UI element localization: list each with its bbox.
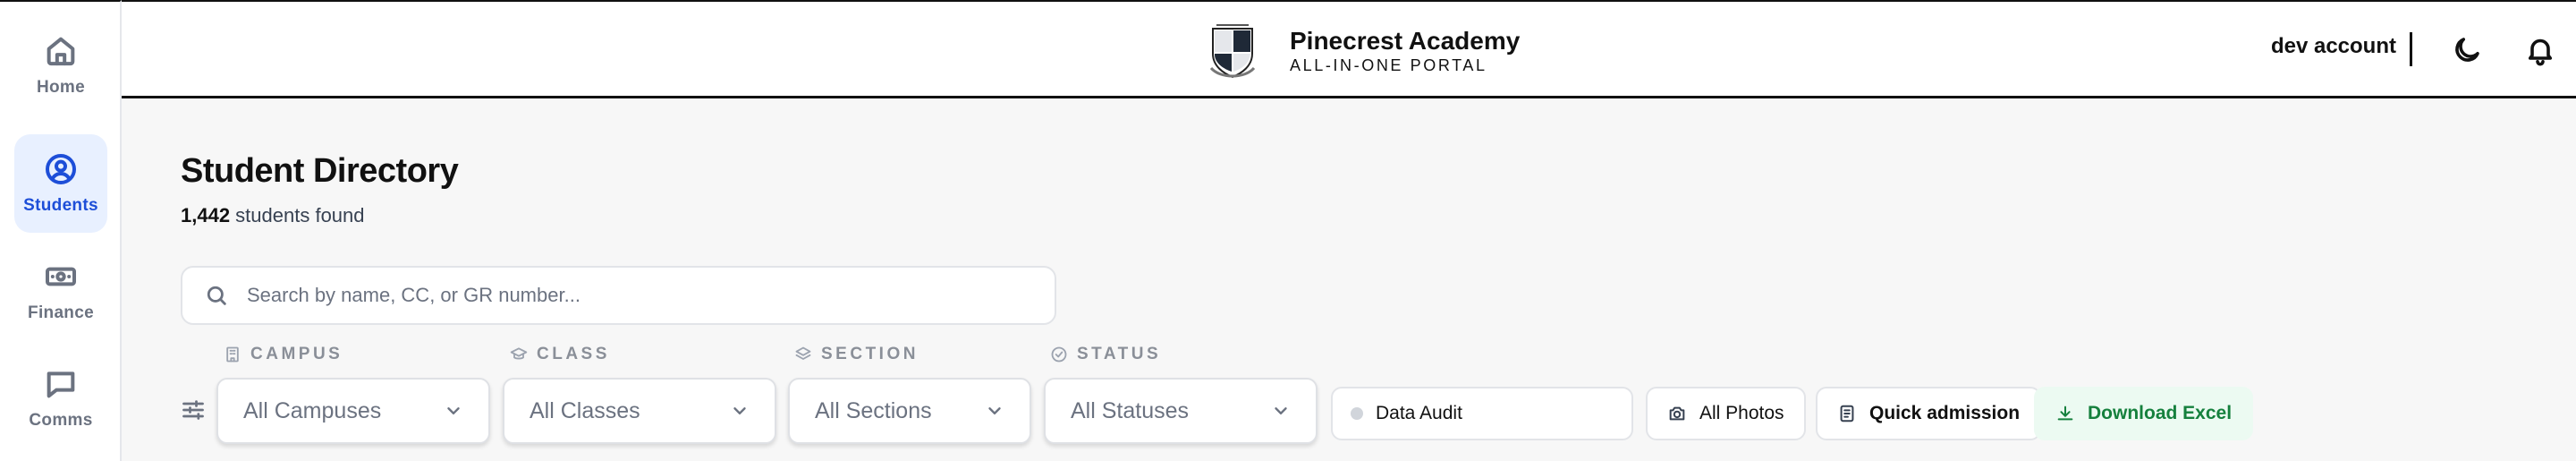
campus-select-value: All Campuses (243, 397, 382, 423)
class-label-text: CLASS (537, 345, 610, 363)
class-filter-label: CLASS (510, 345, 610, 364)
header-divider (2410, 32, 2412, 66)
campus-label-text: CAMPUS (250, 345, 343, 363)
data-audit-label: Data Audit (1376, 403, 1462, 423)
top-header: Pinecrest Academy ALL-IN-ONE PORTAL dev … (122, 0, 2576, 98)
section-select[interactable]: All Sections (788, 378, 1031, 444)
class-select-value: All Classes (530, 397, 640, 423)
notifications-button[interactable] (2524, 34, 2556, 66)
bell-icon (2528, 38, 2553, 66)
nav-item-label: Finance (28, 303, 94, 322)
section-select-value: All Sections (815, 397, 932, 423)
portal-name: ALL-IN-ONE PORTAL (1290, 56, 1487, 74)
campus-filter-label: CAMPUS (224, 345, 343, 364)
search-icon (207, 286, 226, 305)
campus-select[interactable]: All Campuses (216, 378, 490, 444)
nav-item-label: Students (23, 196, 98, 215)
nav-item-label: Home (37, 78, 85, 97)
page-title: Student Directory (181, 152, 459, 190)
brand-text: Pinecrest Academy ALL-IN-ONE PORTAL (1290, 27, 1521, 75)
status-select-value: All Statuses (1071, 397, 1190, 423)
filters-toggle-button[interactable] (181, 397, 206, 423)
user-circle-icon (46, 154, 76, 184)
home-icon (47, 37, 75, 66)
toggle-indicator (1351, 407, 1363, 420)
document-icon (1840, 405, 1854, 423)
banknote-icon (46, 267, 76, 286)
check-circle-icon (1051, 346, 1067, 363)
section-filter-label: SECTION (794, 345, 919, 364)
result-count-value: 1,442 (181, 204, 231, 226)
brand[interactable]: Pinecrest Academy ALL-IN-ONE PORTAL (1208, 21, 1520, 81)
status-label-text: STATUS (1077, 345, 1162, 363)
data-audit-toggle[interactable]: Data Audit (1331, 387, 1633, 440)
school-crest-icon (1209, 24, 1256, 79)
search-box[interactable] (181, 266, 1056, 325)
school-name: Pinecrest Academy (1290, 27, 1521, 55)
graduation-cap-icon (510, 347, 528, 360)
layers-icon (795, 346, 811, 360)
all-photos-label: All Photos (1699, 403, 1784, 423)
result-count-suffix: students found (230, 204, 365, 226)
download-icon (2057, 406, 2073, 421)
nav-item-label: Comms (29, 411, 93, 430)
download-excel-label: Download Excel (2088, 403, 2233, 423)
quick-admission-label: Quick admission (1869, 403, 2021, 423)
theme-toggle-button[interactable] (2451, 34, 2483, 66)
nav-item-students[interactable]: Students (14, 134, 107, 233)
sidebar: Home Students Finance Comms (0, 0, 122, 461)
chevron-down-icon (733, 407, 746, 414)
nav-item-home[interactable]: Home (14, 16, 107, 115)
quick-admission-button[interactable]: Quick admission (1816, 387, 2042, 440)
section-label-text: SECTION (821, 345, 919, 363)
chevron-down-icon (447, 407, 460, 414)
sliders-icon (182, 400, 204, 420)
result-count: 1,442 students found (181, 204, 365, 227)
nav-item-finance[interactable]: Finance (14, 242, 107, 340)
status-select[interactable]: All Statuses (1044, 378, 1318, 444)
all-photos-button[interactable]: All Photos (1646, 387, 1806, 440)
chat-icon (47, 371, 75, 398)
account-name[interactable]: dev account (2271, 34, 2396, 59)
chevron-down-icon (988, 407, 1001, 414)
camera-icon (1669, 406, 1685, 421)
moon-icon (2455, 38, 2479, 62)
nav-item-comms[interactable]: Comms (14, 349, 107, 448)
chevron-down-icon (1275, 407, 1287, 414)
class-select[interactable]: All Classes (503, 378, 776, 444)
building-icon (226, 346, 239, 363)
search-input[interactable] (247, 284, 1034, 307)
download-excel-button[interactable]: Download Excel (2034, 387, 2254, 440)
status-filter-label: STATUS (1050, 345, 1161, 364)
